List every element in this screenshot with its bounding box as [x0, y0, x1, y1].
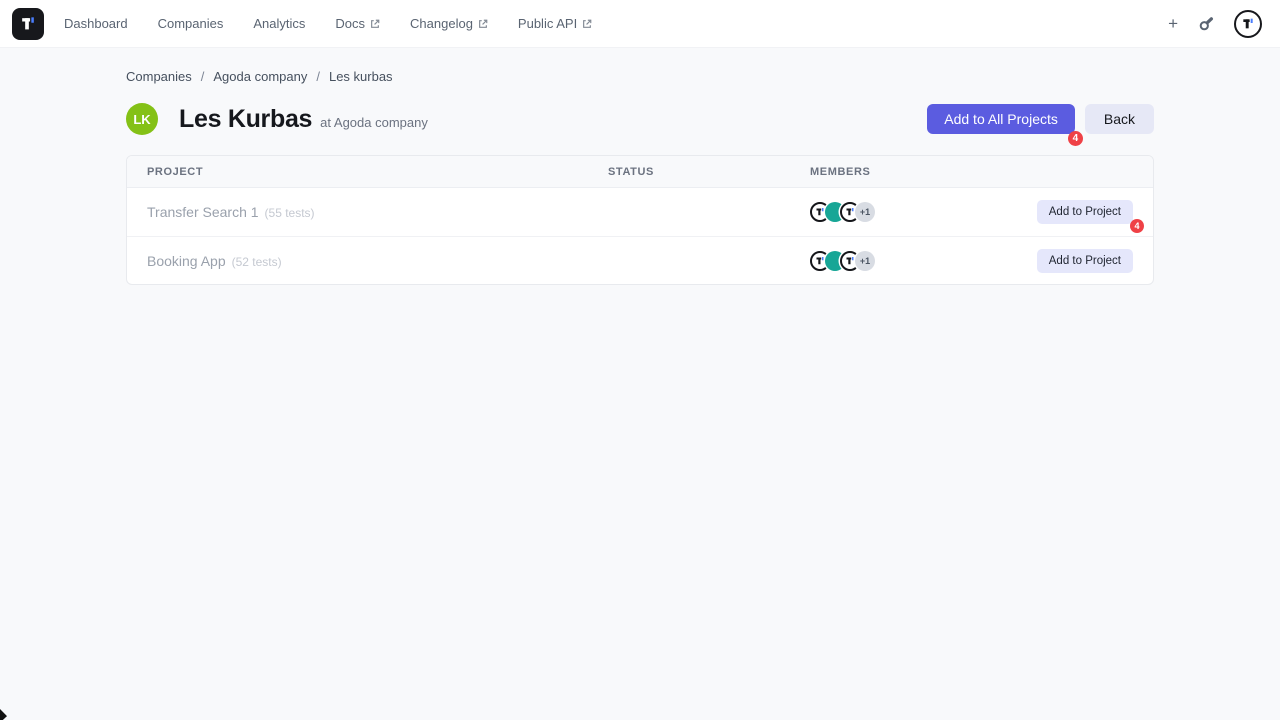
page-title: Les Kurbas — [179, 105, 312, 134]
top-navbar: Dashboard Companies Analytics Docs Chang… — [0, 0, 1280, 48]
project-cell: Booking App (52 tests) — [147, 253, 608, 269]
members-overflow-count: +1 — [855, 202, 875, 222]
external-link-icon — [370, 19, 380, 29]
nav-item-changelog[interactable]: Changelog — [410, 16, 488, 31]
project-cell: Transfer Search 1 (55 tests) — [147, 204, 608, 220]
nav-item-companies[interactable]: Companies — [158, 16, 224, 31]
breadcrumb: Companies / Agoda company / Les kurbas — [126, 69, 1154, 84]
main-content: Companies / Agoda company / Les kurbas L… — [126, 48, 1154, 285]
notification-badge: 4 — [1068, 131, 1083, 146]
add-new-icon[interactable]: + — [1168, 15, 1178, 32]
mouse-cursor — [0, 709, 7, 720]
project-name-link[interactable]: Booking App — [147, 253, 226, 269]
members-cell: +1 — [810, 251, 1037, 271]
user-avatar: LK — [126, 103, 158, 135]
external-link-icon — [478, 19, 488, 29]
page-subtitle: at Agoda company — [320, 115, 428, 130]
add-to-project-button[interactable]: Add to Project — [1037, 249, 1133, 273]
table-header-row: PROJECT STATUS MEMBERS — [127, 156, 1153, 188]
search-icon[interactable] — [1198, 16, 1214, 32]
brand-logo-icon[interactable] — [12, 8, 44, 40]
breadcrumb-agoda-company[interactable]: Agoda company — [213, 69, 307, 84]
primary-nav: Dashboard Companies Analytics Docs Chang… — [64, 16, 592, 31]
header-actions: Add to All Projects 4 Back — [927, 104, 1154, 134]
column-header-project: PROJECT — [147, 166, 608, 178]
breadcrumb-separator: / — [316, 69, 320, 84]
members-cell: +1 — [810, 202, 1037, 222]
table-row: Booking App (52 tests) +1 Add to Project — [127, 236, 1153, 284]
account-avatar[interactable] — [1234, 10, 1262, 38]
column-header-members: MEMBERS — [810, 166, 1133, 178]
navbar-right-actions: + — [1168, 10, 1268, 38]
add-to-all-projects-button[interactable]: Add to All Projects 4 — [927, 104, 1075, 134]
tests-count: (52 tests) — [232, 255, 282, 269]
external-link-icon — [582, 19, 592, 29]
back-button[interactable]: Back — [1085, 104, 1154, 134]
nav-item-public-api[interactable]: Public API — [518, 16, 592, 31]
table-row: Transfer Search 1 (55 tests) +1 Add to P… — [127, 188, 1153, 236]
action-cell: Add to Project — [1037, 249, 1133, 273]
projects-table: PROJECT STATUS MEMBERS Transfer Search 1… — [126, 155, 1154, 285]
nav-item-docs[interactable]: Docs — [335, 16, 380, 31]
action-cell: Add to Project 4 — [1037, 200, 1133, 224]
breadcrumb-companies[interactable]: Companies — [126, 69, 192, 84]
nav-item-dashboard[interactable]: Dashboard — [64, 16, 128, 31]
tests-count: (55 tests) — [265, 206, 315, 220]
members-overflow-count: +1 — [855, 251, 875, 271]
nav-item-analytics[interactable]: Analytics — [253, 16, 305, 31]
breadcrumb-separator: / — [201, 69, 205, 84]
column-header-status: STATUS — [608, 166, 810, 178]
notification-badge: 4 — [1130, 219, 1144, 233]
breadcrumb-current-page: Les kurbas — [329, 69, 393, 84]
page-header: LK Les Kurbas at Agoda company Add to Al… — [126, 103, 1154, 135]
add-to-project-button[interactable]: Add to Project 4 — [1037, 200, 1133, 224]
project-name-link[interactable]: Transfer Search 1 — [147, 204, 259, 220]
